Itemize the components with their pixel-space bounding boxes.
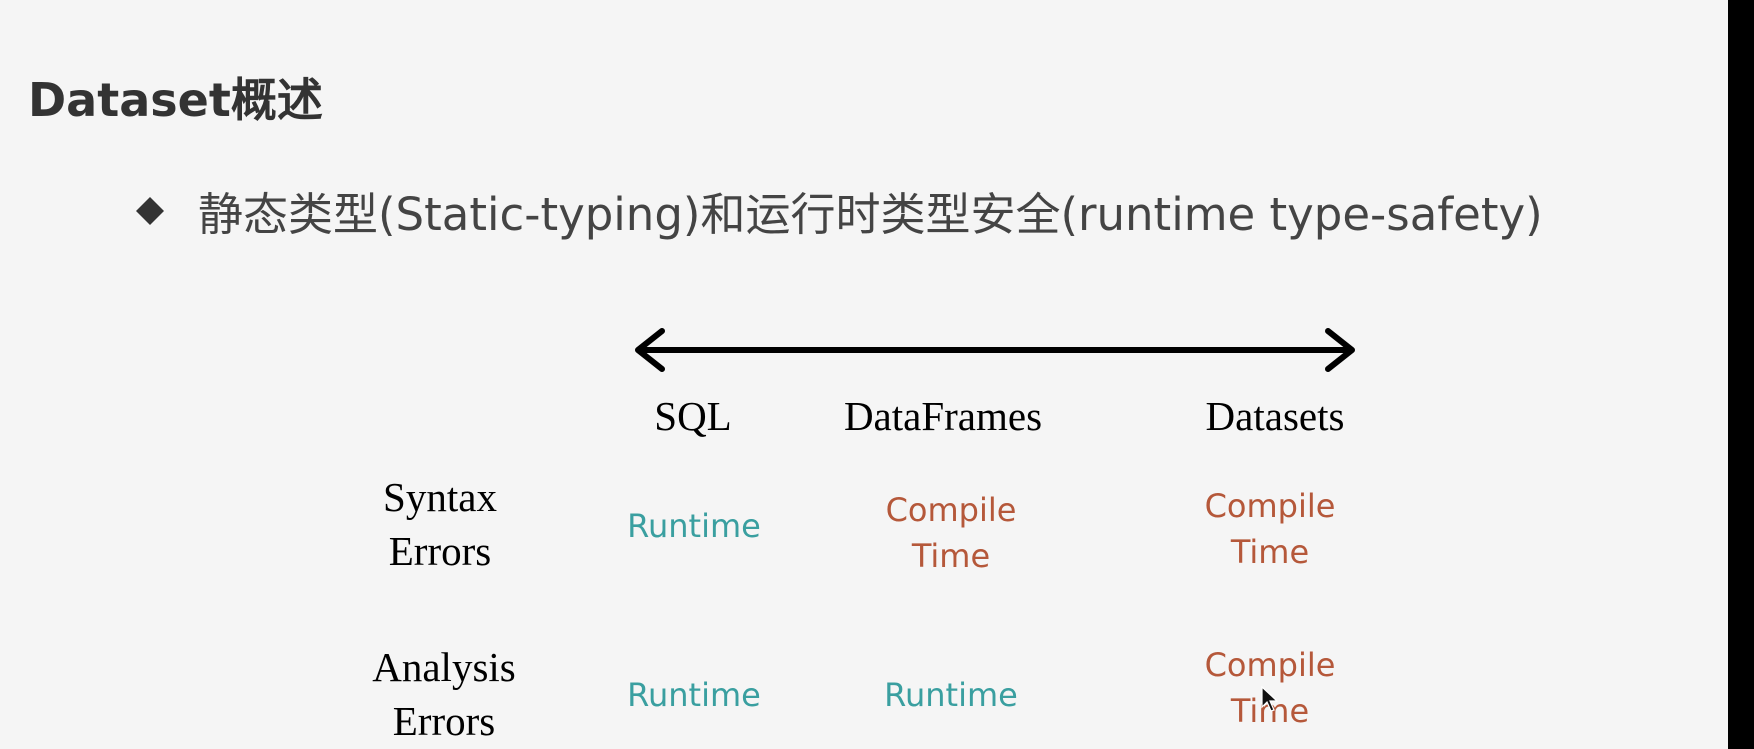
column-header-dataframes: DataFrames <box>843 393 1043 439</box>
double-headed-arrow-icon <box>635 328 1355 372</box>
diamond-icon <box>136 196 164 225</box>
cell-line: Runtime <box>627 676 761 714</box>
cell-line: Compile <box>1204 646 1336 684</box>
column-header-datasets: Datasets <box>1205 393 1345 439</box>
cell-syntax-sql: Runtime <box>574 503 814 549</box>
cell-line: Runtime <box>884 676 1018 714</box>
slide: Dataset概述 静态类型(Static-typing)和运行时类型安全(ru… <box>0 0 1728 749</box>
cell-line: Runtime <box>627 507 761 545</box>
mouse-pointer-icon <box>1261 686 1279 712</box>
cell-analysis-sql: Runtime <box>574 672 814 718</box>
slide-title: Dataset概述 <box>28 73 323 127</box>
cell-syntax-datasets: Compile Time <box>1150 483 1390 575</box>
cell-line: Time <box>911 537 991 575</box>
column-header-sql: SQL <box>654 393 732 439</box>
row-header-analysis-errors: Analysis Errors <box>324 640 564 748</box>
cell-line: Compile <box>885 491 1017 529</box>
screen-edge <box>1728 0 1754 749</box>
cell-line: Compile <box>1204 487 1336 525</box>
cell-syntax-dataframes: Compile Time <box>831 487 1071 579</box>
row-header-line: Analysis <box>372 644 516 690</box>
row-header-line: Errors <box>392 698 496 744</box>
cell-line: Time <box>1230 533 1310 571</box>
bullet-text: 静态类型(Static-typing)和运行时类型安全(runtime type… <box>198 188 1543 241</box>
row-header-line: Errors <box>388 528 492 574</box>
cell-analysis-dataframes: Runtime <box>831 672 1071 718</box>
bullet-point: 静态类型(Static-typing)和运行时类型安全(runtime type… <box>136 178 1543 243</box>
row-header-line: Syntax <box>383 474 497 520</box>
row-header-syntax-errors: Syntax Errors <box>320 470 560 578</box>
